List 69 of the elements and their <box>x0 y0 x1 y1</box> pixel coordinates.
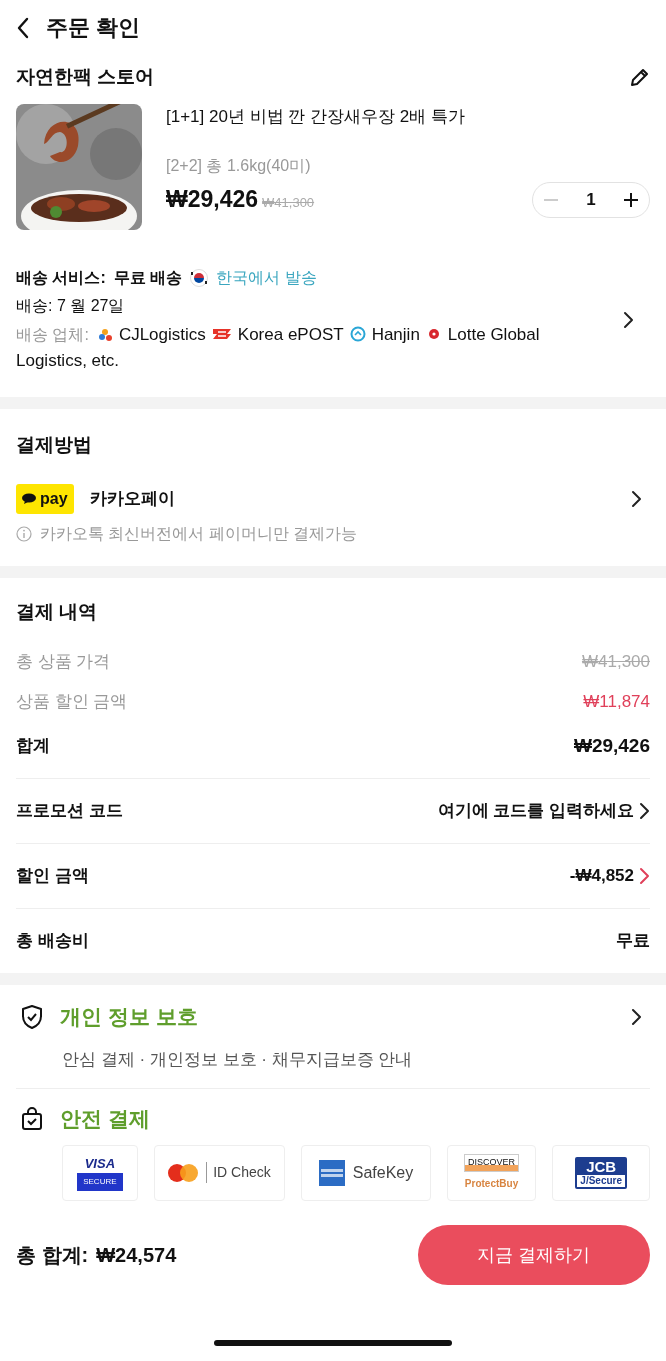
carrier-name: CJLogistics <box>118 325 206 344</box>
summary-label: 프로모션 코드 <box>16 800 123 823</box>
product-title: [1+1] 20년 비법 깐 간장새우장 2배 특가 <box>166 106 466 128</box>
summary-value: 무료 <box>616 930 650 953</box>
pay-logo-text: pay <box>40 488 68 509</box>
payment-security-badge: ID Check <box>153 1144 286 1201</box>
chevron-right-icon <box>630 1007 642 1026</box>
chevron-right-icon <box>638 802 650 820</box>
section-title: 결제 내역 <box>16 599 99 624</box>
summary-label: 합계 <box>16 735 50 758</box>
chevron-right-icon <box>638 867 650 885</box>
shipping-service-label: 배송 서비스: <box>16 268 106 288</box>
ship-origin: 한국에서 발송 <box>216 268 317 288</box>
chevron-right-icon <box>630 489 642 508</box>
section-title: 결제방법 <box>16 433 93 457</box>
carrier-name: Lotte Global <box>447 325 540 344</box>
payment-security-badge: JCB J/Secure <box>552 1144 650 1201</box>
payment-security-badge: VISA SECURE <box>62 1144 138 1201</box>
summary-label: 할인 금액 <box>16 865 89 888</box>
envelope-logo-icon <box>211 326 232 342</box>
carrier-name: Hanjin <box>371 325 420 344</box>
circles-logo-icon <box>168 1163 199 1182</box>
product-price: ₩29,426 <box>166 185 259 215</box>
pencil-icon <box>628 66 650 89</box>
payment-notice: 카카오톡 최신버전에서 페이머니만 결제가능 <box>40 523 358 544</box>
total-amount: ₩24,574 <box>96 1243 177 1268</box>
carrier-name: Logistics, etc. <box>16 349 120 372</box>
back-button[interactable] <box>16 16 30 39</box>
section-title: 안전 결제 <box>60 1106 150 1132</box>
shipping-service: 무료 배송 <box>113 268 183 288</box>
plus-icon <box>623 191 639 208</box>
discount-link[interactable]: -₩4,852 <box>569 863 650 889</box>
payment-method-name: 카카오페이 <box>89 487 175 510</box>
card-logo-icon <box>318 1159 345 1186</box>
summary-value: ₩29,426 <box>573 733 650 758</box>
quantity-value: 1 <box>586 188 596 211</box>
back-icon <box>16 16 30 39</box>
total-label: 총 합계: <box>16 1243 89 1268</box>
delivery-date: 배송: 7 월 27일 <box>16 296 126 316</box>
summary-label: 상품 할인 금액 <box>16 691 128 714</box>
shield-check-icon <box>20 1003 44 1030</box>
summary-value: ₩11,874 <box>583 691 650 714</box>
privacy-links: 안심 결제 · 개인정보 보호 · 채무지급보증 안내 <box>16 1032 650 1089</box>
store-name: 자연한팩 스토어 <box>16 65 155 90</box>
page-title: 주문 확인 <box>46 14 141 42</box>
promo-code-link[interactable]: 여기에 코드를 입력하세요 <box>437 798 650 824</box>
logo-icon <box>98 328 113 342</box>
summary-label: 총 배송비 <box>16 930 89 953</box>
product-option: [2+2] 총 1.6kg(40미) <box>166 153 650 178</box>
chevron-right-icon <box>622 310 634 329</box>
flag-icon <box>190 269 209 287</box>
change-payment-button[interactable] <box>630 489 642 508</box>
pay-now-button[interactable]: 지금 결제하기 <box>418 1225 650 1285</box>
shipping-details-button[interactable] <box>622 310 634 329</box>
minus-icon <box>543 198 559 201</box>
payment-security-badge: DISCOVER ProtectBuy <box>446 1144 537 1201</box>
summary-value: ₩41,300 <box>581 651 650 674</box>
info-icon <box>16 525 32 542</box>
payment-security-badge: SafeKey <box>301 1144 431 1201</box>
carriers-label: 배송 업체: <box>16 326 89 343</box>
original-price: ₩41,300 <box>262 194 315 213</box>
speech-bubble-icon <box>22 493 36 504</box>
logo-icon <box>349 326 366 342</box>
carrier-name: Korea ePOST <box>237 325 344 344</box>
lock-bag-icon <box>20 1106 44 1131</box>
edit-button[interactable] <box>628 66 650 89</box>
summary-label: 총 상품 가격 <box>16 651 111 674</box>
section-title: 개인 정보 보호 <box>60 1004 198 1030</box>
privacy-details-button[interactable] <box>630 1007 642 1026</box>
